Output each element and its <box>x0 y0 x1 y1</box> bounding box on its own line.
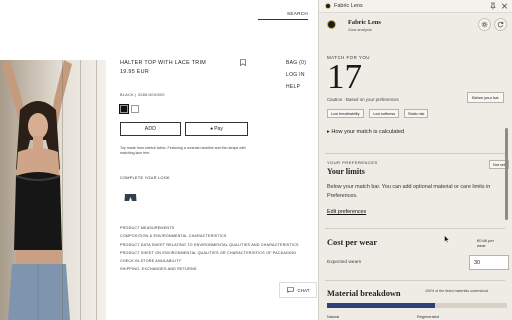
panel-content[interactable]: MATCH FOR YOU 17 Caution · Based on your… <box>325 40 509 320</box>
chip-low-breathability: Low breathability <box>327 109 364 118</box>
link-packaging-sheet[interactable]: PRODUCT SHEET ON ENVIRONMENTAL QUALITIES… <box>120 251 299 255</box>
door-line <box>80 60 81 320</box>
product-page: SEARCH HALTER TOP WITH LACE TRIM 19.95 E… <box>0 0 318 320</box>
complete-look-heading: COMPLETE YOUR LOOK <box>120 176 170 180</box>
material-note: 100% of the listed materials understood <box>425 289 489 293</box>
pay-label: Pay <box>214 126 223 132</box>
cost-per-wear-heading: Cost per wear <box>327 238 378 247</box>
link-composition[interactable]: COMPOSITION & ENVIRONMENTAL CHARACTERIST… <box>120 234 299 238</box>
product-info-links: PRODUCT MEASUREMENTS COMPOSITION & ENVIR… <box>120 226 299 276</box>
material-breakdown-heading: Material breakdown <box>327 289 401 298</box>
legend-natural: Natural <box>327 315 340 319</box>
close-icon[interactable] <box>501 2 508 10</box>
expected-wears-input[interactable]: 30 <box>469 255 509 270</box>
shorts-thumbnail[interactable] <box>124 193 137 202</box>
chat-button[interactable]: CHAT <box>279 282 317 298</box>
link-shipping[interactable]: SHIPPING, EXCHANGES AND RETURNS <box>120 267 299 271</box>
link-measurements[interactable]: PRODUCT MEASUREMENTS <box>120 226 299 230</box>
panel-scrollbar[interactable] <box>505 128 508 220</box>
divider <box>325 280 505 281</box>
divider <box>325 153 505 154</box>
expected-wears-label: Expected wears <box>327 260 362 265</box>
material-bar-natural <box>327 303 435 308</box>
app-icon <box>325 3 331 9</box>
gear-icon <box>481 21 488 28</box>
match-score: 17 <box>327 57 362 96</box>
settings-button[interactable] <box>478 18 491 31</box>
product-description: Top made from stretch fabric. Featuring … <box>120 146 246 156</box>
caution-text: Caution · Based on your preferences <box>327 97 399 102</box>
swatch-white[interactable] <box>131 105 139 113</box>
apple-icon: ● <box>210 126 214 132</box>
help-link[interactable]: HELP <box>286 84 306 90</box>
below-bar-badge: Below your bar <box>467 92 504 103</box>
limits-heading: Your limits <box>327 167 365 176</box>
edit-preferences-link[interactable]: Edit preferences <box>327 209 366 215</box>
chat-icon <box>286 287 294 293</box>
app-name: Fabric Lens <box>348 19 381 26</box>
door-line <box>62 60 63 320</box>
refresh-icon <box>497 21 504 28</box>
fabric-lens-panel: Fabric Lens Fabric Lens Zara analysis MA… <box>318 0 512 320</box>
product-title: HALTER TOP WITH LACE TRIM <box>120 60 207 66</box>
panel-header: Fabric Lens Zara analysis <box>325 16 507 38</box>
cost-per-wear-value: €0.66 per wear <box>477 238 494 248</box>
door-line <box>96 60 97 320</box>
swatch-black[interactable] <box>118 103 130 115</box>
link-data-sheet[interactable]: PRODUCT DATA SHEET RELATING TO ENVIRONME… <box>120 243 299 247</box>
app-subtitle: Zara analysis <box>348 27 372 32</box>
logo <box>327 20 336 29</box>
product-price: 19.95 EUR <box>120 69 150 75</box>
mouse-cursor-icon <box>444 235 450 243</box>
link-store-availability[interactable]: CHECK IN-STORE AVAILABILITY <box>120 259 299 263</box>
search-field[interactable]: SEARCH <box>258 11 308 20</box>
panel-topbar: Fabric Lens <box>319 0 512 13</box>
preferences-label: YOUR PREFERENCES <box>327 160 378 165</box>
material-bar <box>327 303 507 308</box>
apple-pay-button[interactable]: ● Pay <box>185 122 248 136</box>
bookmark-icon[interactable] <box>240 59 246 66</box>
chat-label: CHAT <box>297 287 310 293</box>
add-to-bag-button[interactable]: ADD <box>120 122 181 136</box>
model-figure <box>2 60 72 320</box>
legend-regenerated: Regenerated <box>417 315 439 319</box>
how-match-label: How your match is calculated <box>331 129 405 135</box>
limits-text: Below your match bar. You can add option… <box>327 184 491 199</box>
bag-link[interactable]: BAG (0) <box>286 60 306 66</box>
store-nav: BAG (0) LOG IN HELP <box>286 60 306 96</box>
divider <box>325 228 505 229</box>
pin-icon[interactable] <box>490 2 496 10</box>
chip-low-softness: Low softness <box>369 109 400 118</box>
color-name: BLACK | 0285/400/800 <box>120 93 165 97</box>
window-title: Fabric Lens <box>334 3 363 9</box>
login-link[interactable]: LOG IN <box>286 72 306 78</box>
how-match-toggle[interactable]: ▸ How your match is calculated <box>327 129 404 135</box>
topbar-icons <box>490 2 508 10</box>
chip-static-risk: Static risk <box>404 109 429 118</box>
refresh-button[interactable] <box>494 18 507 31</box>
product-photo[interactable] <box>0 60 106 320</box>
